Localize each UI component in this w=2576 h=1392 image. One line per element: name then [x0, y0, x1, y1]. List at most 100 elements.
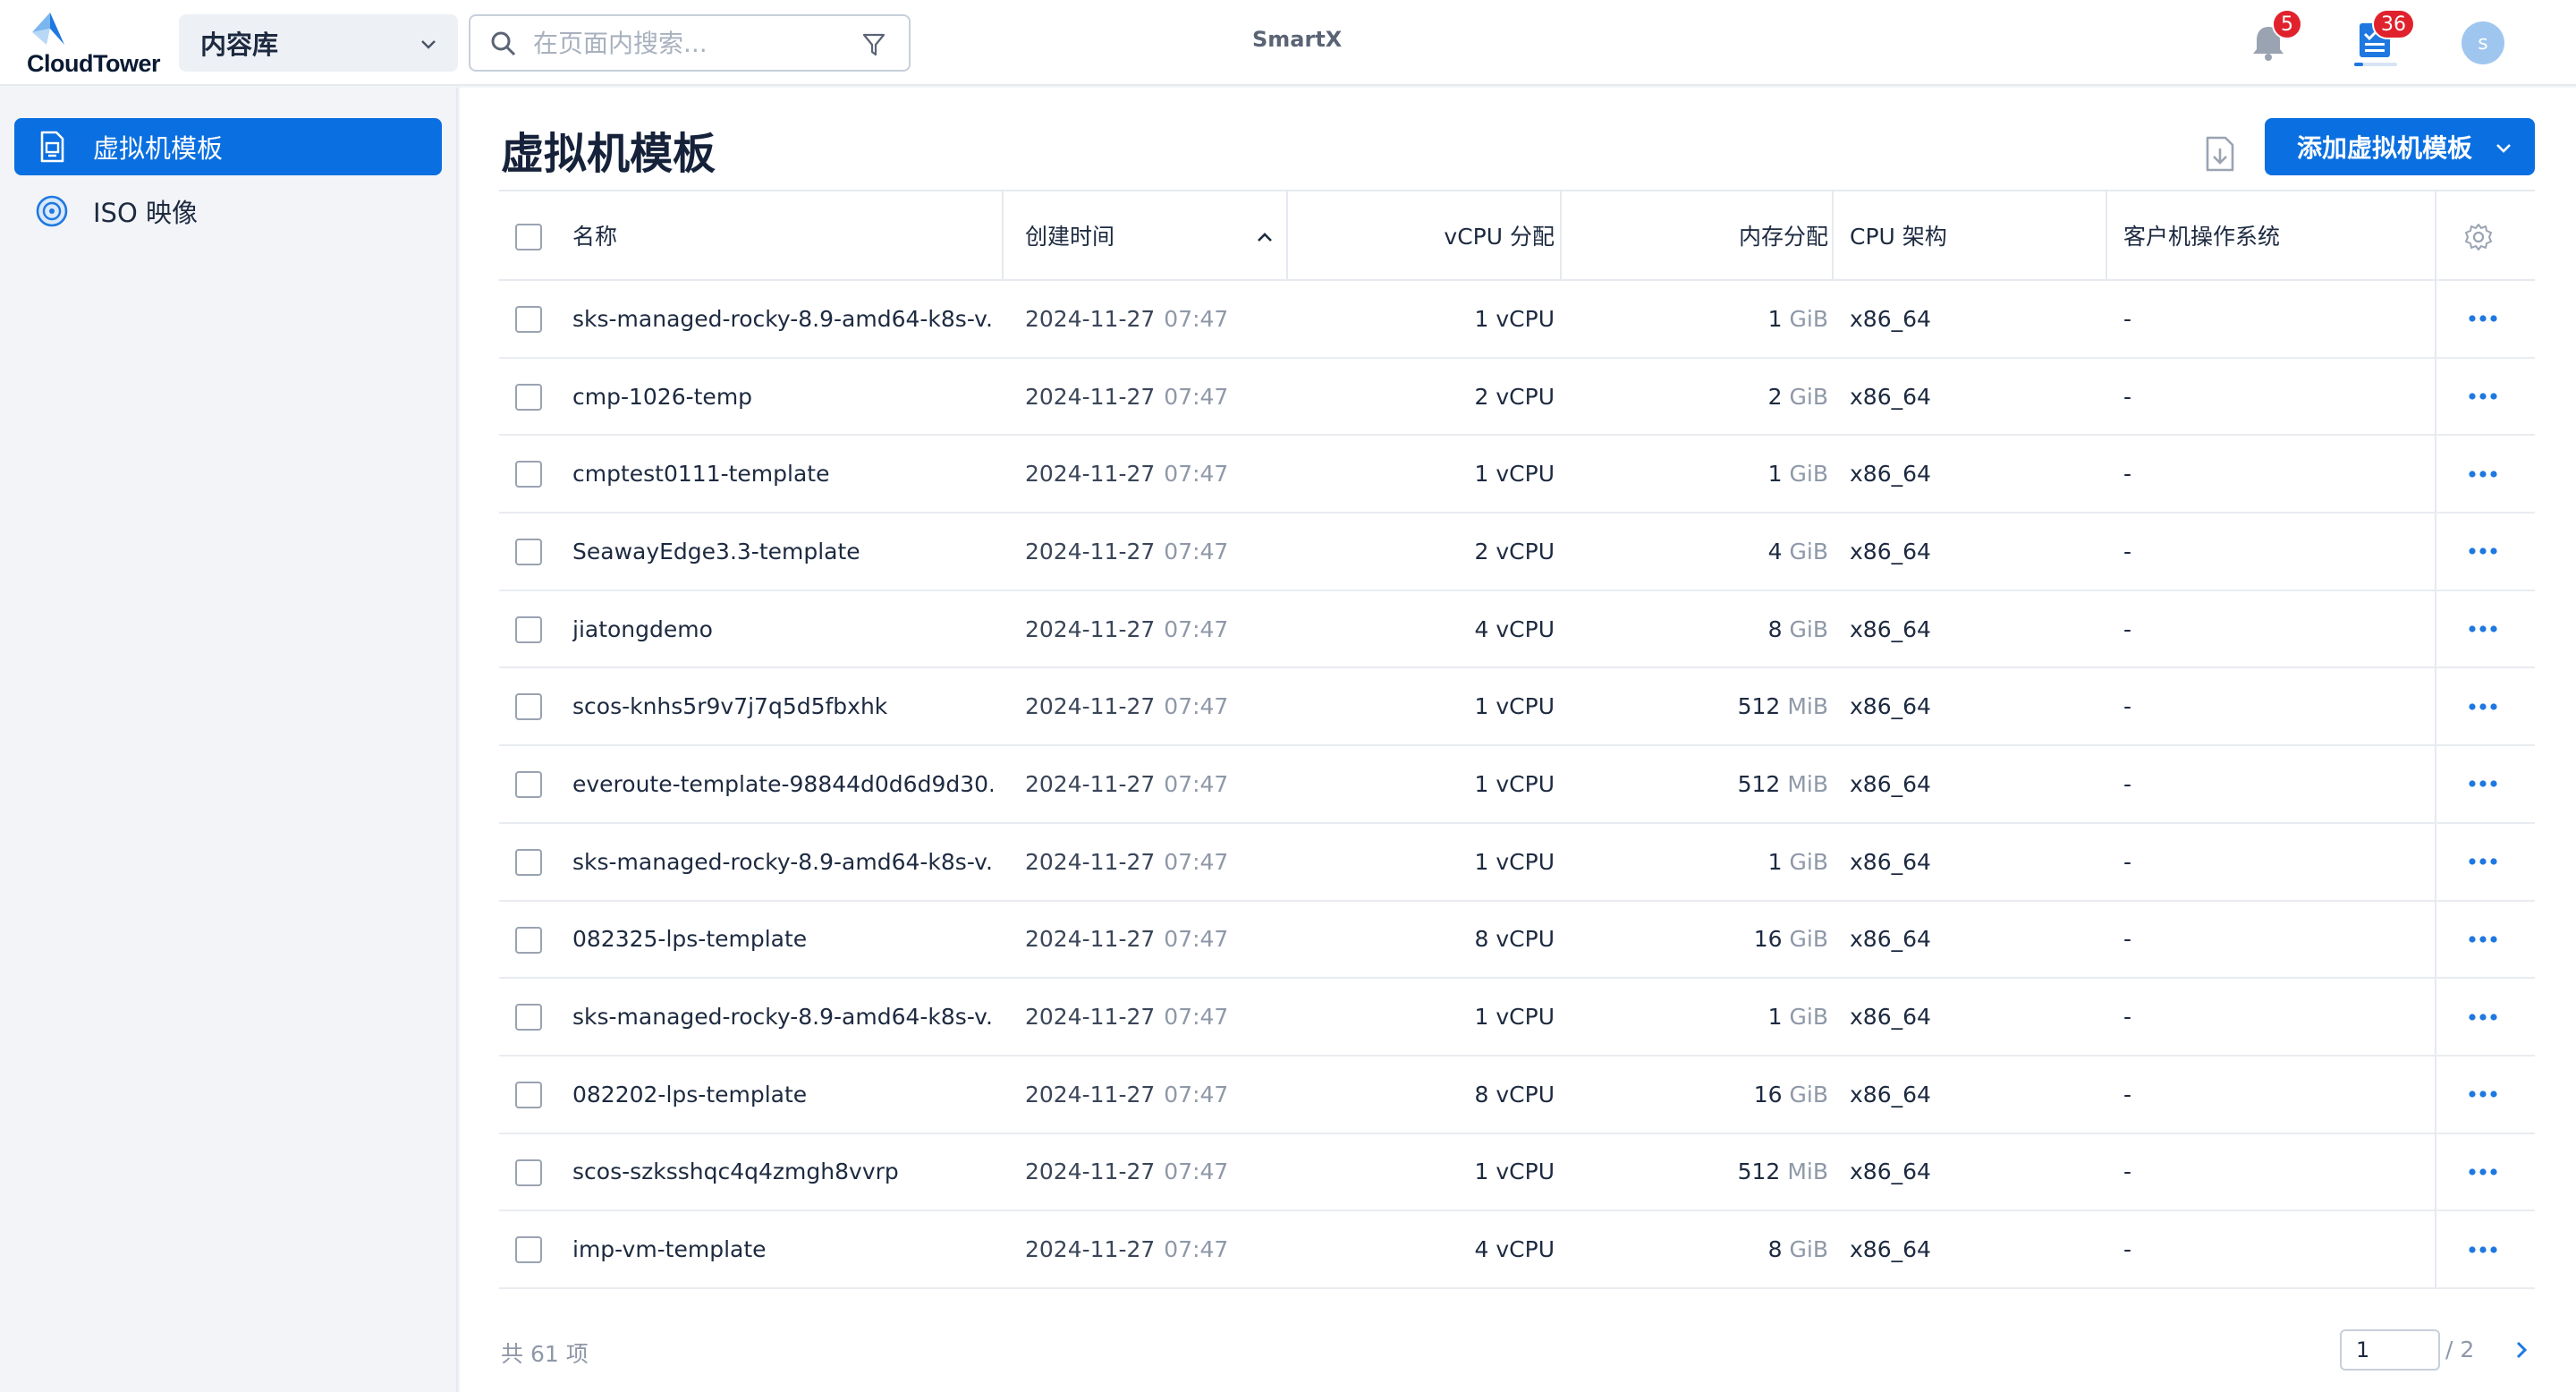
- row-checkbox[interactable]: [515, 383, 542, 411]
- template-name[interactable]: 082202-lps-template: [572, 1057, 993, 1133]
- template-name[interactable]: sks-managed-rocky-8.9-amd64-k8s-v...: [572, 979, 993, 1055]
- template-name[interactable]: 082325-lps-template: [572, 902, 993, 978]
- row-checkbox[interactable]: [515, 848, 542, 876]
- table-row[interactable]: scos-knhs5r9v7j7q5d5fbxhk 2024-11-27 07:47…: [499, 668, 2535, 747]
- template-name[interactable]: scos-szksshqc4q4zmgh8vvrp: [572, 1134, 993, 1210]
- row-actions-button[interactable]: [2447, 979, 2519, 1055]
- column-header-vcpu[interactable]: vCPU 分配: [1304, 191, 1555, 279]
- template-name[interactable]: SeawayEdge3.3-template: [572, 514, 993, 590]
- table-row[interactable]: sks-managed-rocky-8.9-amd64-k8s-v... 2024…: [499, 823, 2535, 902]
- created-date: 2024-11-27: [1025, 1081, 1156, 1108]
- template-name[interactable]: cmptest0111-template: [572, 436, 993, 512]
- page-total: / 2: [2445, 1337, 2475, 1362]
- content-library-select[interactable]: 内容库: [179, 14, 458, 72]
- table-row[interactable]: jiatongdemo 2024-11-27 07:47 4 vCPU 8 GiB x86_…: [499, 590, 2535, 669]
- export-button[interactable]: [2191, 125, 2249, 182]
- row-checkbox[interactable]: [515, 1236, 542, 1264]
- row-actions-button[interactable]: [2447, 1211, 2519, 1287]
- template-name[interactable]: sks-managed-rocky-8.9-amd64-k8s-v...: [572, 281, 993, 357]
- template-name[interactable]: cmp-1026-temp: [572, 359, 993, 435]
- row-actions-button[interactable]: [2447, 514, 2519, 590]
- table-row[interactable]: sks-managed-rocky-8.9-amd64-k8s-v... 2024…: [499, 281, 2535, 359]
- table-row[interactable]: imp-vm-template 2024-11-27 07:47 4 vCPU 8 GiB…: [499, 1211, 2535, 1289]
- row-checkbox[interactable]: [515, 1004, 542, 1031]
- row-actions-button[interactable]: [2447, 359, 2519, 435]
- created-hour: 07:47: [1164, 1236, 1229, 1263]
- notification-badge: 5: [2272, 9, 2302, 39]
- table-row[interactable]: 082325-lps-template 2024-11-27 07:47 8 vCPU…: [499, 901, 2535, 980]
- template-name[interactable]: imp-vm-template: [572, 1211, 993, 1287]
- row-actions-button[interactable]: [2447, 902, 2519, 978]
- column-header-os[interactable]: 客户机操作系统: [2123, 191, 2392, 279]
- row-checkbox[interactable]: [515, 1081, 542, 1108]
- template-name[interactable]: everoute-template-98844d0d6d9d30...: [572, 746, 993, 822]
- table-row[interactable]: sks-managed-rocky-8.9-amd64-k8s-v... 2024…: [499, 979, 2535, 1057]
- column-header-name[interactable]: 名称: [572, 191, 993, 279]
- column-header-memory[interactable]: 内存分配: [1578, 191, 1828, 279]
- table-row[interactable]: cmptest0111-template 2024-11-27 07:47 1 vCP…: [499, 436, 2535, 514]
- table-row[interactable]: cmp-1026-temp 2024-11-27 07:47 2 vCPU 2 GiB x8…: [499, 358, 2535, 437]
- more-horizontal-icon: [2469, 393, 2497, 400]
- created-date: 2024-11-27: [1025, 1004, 1156, 1031]
- template-name[interactable]: jiatongdemo: [572, 591, 993, 667]
- row-actions-button[interactable]: [2447, 824, 2519, 900]
- more-horizontal-icon: [2469, 1013, 2497, 1021]
- row-checkbox[interactable]: [515, 461, 542, 488]
- sidebar-item-iso-images[interactable]: ISO 映像: [14, 182, 442, 240]
- created-date: 2024-11-27: [1025, 615, 1156, 642]
- created-time: 2024-11-27 07:47: [1025, 514, 1275, 590]
- column-header-created[interactable]: 创建时间: [1025, 191, 1275, 279]
- created-date: 2024-11-27: [1025, 1159, 1156, 1185]
- user-avatar[interactable]: s: [2462, 21, 2504, 64]
- sidebar-item-vm-templates[interactable]: 虚拟机模板: [14, 118, 442, 175]
- row-checkbox[interactable]: [515, 306, 542, 333]
- sort-ascending-icon[interactable]: [1256, 229, 1274, 247]
- row-actions-button[interactable]: [2447, 1057, 2519, 1133]
- vcpu-value: 1 vCPU: [1474, 770, 1555, 797]
- cloudtower-logo[interactable]: CloudTower: [27, 11, 161, 77]
- cpu-arch-value: x86_64: [1850, 538, 1931, 564]
- memory-amount: 16: [1753, 1081, 1783, 1108]
- next-page-icon[interactable]: [2508, 1337, 2535, 1363]
- more-horizontal-icon: [2469, 780, 2497, 788]
- row-checkbox[interactable]: [515, 926, 542, 954]
- memory-value: 16 GiB: [1578, 1057, 1828, 1133]
- search-box[interactable]: [469, 14, 911, 72]
- created-hour: 07:47: [1164, 848, 1229, 875]
- search-input[interactable]: [533, 25, 837, 61]
- memory-unit: GiB: [1789, 615, 1828, 642]
- select-all-checkbox[interactable]: [515, 224, 542, 250]
- table-row[interactable]: SeawayEdge3.3-template 2024-11-27 07:47 2 v…: [499, 514, 2535, 591]
- row-actions-button[interactable]: [2447, 668, 2519, 744]
- table-row[interactable]: everoute-template-98844d0d6d9d30... 2024-…: [499, 746, 2535, 824]
- template-name[interactable]: scos-knhs5r9v7j7q5d5fbxhk: [572, 668, 993, 744]
- row-actions-button[interactable]: [2447, 1134, 2519, 1210]
- column-header-arch[interactable]: CPU 架构: [1850, 191, 2100, 279]
- gear-icon[interactable]: [2463, 222, 2494, 252]
- add-vm-template-button[interactable]: 添加虚拟机模板: [2265, 118, 2535, 175]
- created-hour: 07:47: [1164, 926, 1229, 953]
- search-icon: [491, 31, 516, 56]
- memory-unit: MiB: [1787, 770, 1828, 797]
- table-row[interactable]: scos-szksshqc4q4zmgh8vvrp 2024-11-27 07:47…: [499, 1133, 2535, 1212]
- row-actions-button[interactable]: [2447, 746, 2519, 822]
- page-number-input[interactable]: [2340, 1329, 2440, 1371]
- filter-icon[interactable]: [862, 32, 886, 57]
- table-row[interactable]: 082202-lps-template 2024-11-27 07:47 8 vCPU…: [499, 1056, 2535, 1134]
- created-time: 2024-11-27 07:47: [1025, 746, 1275, 822]
- row-actions-button[interactable]: [2447, 436, 2519, 512]
- guest-os-value: -: [2123, 383, 2132, 410]
- created-time: 2024-11-27 07:47: [1025, 436, 1275, 512]
- row-actions-button[interactable]: [2447, 591, 2519, 667]
- row-checkbox[interactable]: [515, 539, 542, 566]
- memory-amount: 512: [1737, 770, 1781, 797]
- row-checkbox[interactable]: [515, 615, 542, 643]
- template-name[interactable]: sks-managed-rocky-8.9-amd64-k8s-v...: [572, 824, 993, 900]
- row-checkbox[interactable]: [515, 771, 542, 799]
- row-actions-button[interactable]: [2447, 281, 2519, 357]
- row-checkbox[interactable]: [515, 693, 542, 721]
- vcpu-value: 1 vCPU: [1474, 1004, 1555, 1031]
- created-date: 2024-11-27: [1025, 770, 1156, 797]
- row-checkbox[interactable]: [515, 1159, 542, 1186]
- memory-unit: GiB: [1789, 1236, 1828, 1263]
